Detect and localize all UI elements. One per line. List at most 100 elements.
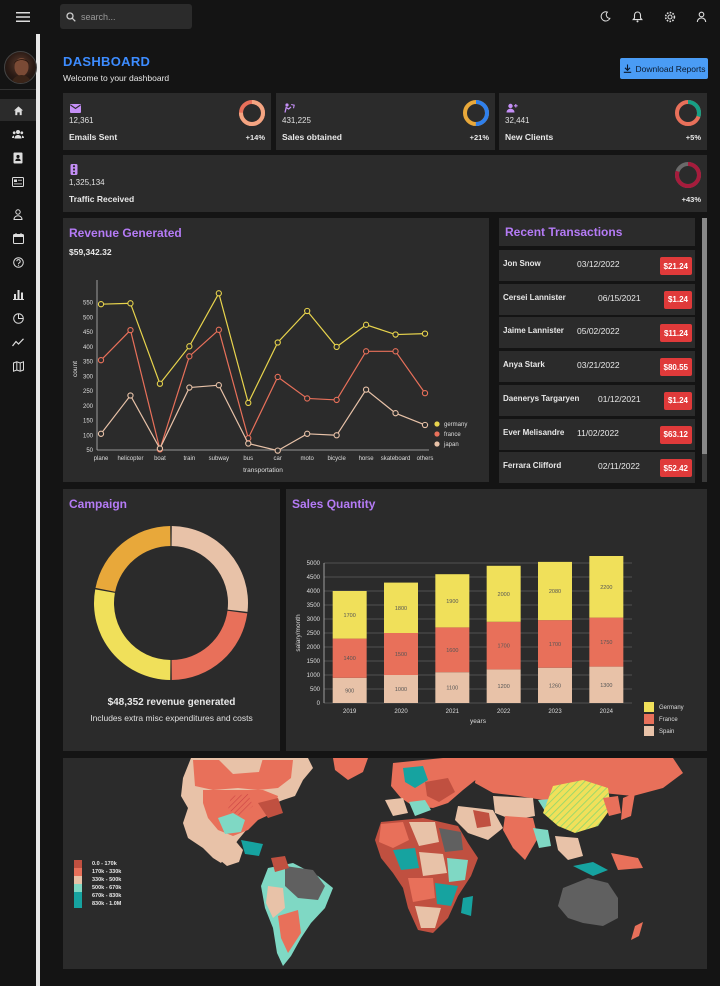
search-bar[interactable] bbox=[60, 4, 192, 29]
transactions-header: Recent Transactions bbox=[499, 218, 695, 246]
data-point bbox=[245, 399, 252, 407]
sidebar-item-line-chart[interactable] bbox=[0, 331, 36, 353]
y-tick-label: 3000 bbox=[307, 617, 321, 623]
transaction-amount-badge[interactable]: $1.24 bbox=[663, 290, 692, 309]
x-tick-label: 2020 bbox=[394, 709, 408, 715]
data-point bbox=[333, 396, 340, 404]
transaction-row[interactable]: Jon Snow 03/12/2022 $21.24 bbox=[499, 250, 695, 281]
transaction-amount-badge[interactable]: $1.24 bbox=[663, 391, 692, 410]
data-point bbox=[392, 331, 399, 338]
download-reports-button[interactable]: Download Reports bbox=[620, 58, 708, 79]
x-tick-label: bicycle bbox=[327, 456, 346, 462]
sidebar-item-invoices[interactable] bbox=[0, 171, 36, 193]
map-region[interactable] bbox=[543, 780, 611, 833]
sidebar-item-profile-form[interactable] bbox=[0, 203, 36, 225]
map-region[interactable] bbox=[493, 796, 535, 820]
map-region[interactable] bbox=[558, 878, 618, 926]
data-point bbox=[245, 440, 252, 447]
map-region[interactable] bbox=[385, 798, 408, 816]
data-point bbox=[362, 386, 370, 393]
transaction-date: 06/15/2021 bbox=[598, 292, 641, 303]
stat-card-clients: 32,441 New Clients +5% bbox=[499, 93, 707, 150]
bar-value-label: 1900 bbox=[446, 599, 458, 605]
stat-label: Traffic Received bbox=[69, 194, 135, 204]
campaign-subtext: Includes extra misc expenditures and cos… bbox=[90, 713, 253, 723]
data-point bbox=[421, 390, 429, 397]
transaction-row[interactable]: Anya Stark 03/21/2022 $80.55 bbox=[499, 351, 695, 383]
y-tick-label: 250 bbox=[83, 389, 94, 395]
transaction-amount-badge[interactable]: $11.24 bbox=[659, 324, 692, 343]
y-tick-label: 0 bbox=[317, 701, 321, 707]
transaction-row[interactable]: Daenerys Targaryen 01/12/2021 $1.24 bbox=[499, 384, 695, 416]
sidebar-item-calendar[interactable] bbox=[0, 227, 36, 249]
legend-label: 330k - 500k bbox=[92, 877, 122, 883]
map-region[interactable] bbox=[461, 896, 473, 916]
x-tick-label: others bbox=[417, 456, 434, 462]
campaign-donut-chart bbox=[93, 526, 248, 680]
legend-label: 170k - 330k bbox=[92, 869, 122, 875]
data-point bbox=[186, 384, 193, 391]
bar-value-label: 1500 bbox=[395, 652, 407, 658]
map-region[interactable] bbox=[333, 758, 368, 780]
transaction-row[interactable]: Cersei Lannister 06/15/2021 $1.24 bbox=[499, 283, 695, 315]
scrollbar-thumb[interactable] bbox=[702, 218, 707, 454]
map-legend-item: 500k - 670k bbox=[74, 884, 121, 892]
sidebar-item-pie-chart[interactable] bbox=[0, 307, 36, 329]
map-region[interactable] bbox=[631, 922, 643, 940]
profile-icon[interactable] bbox=[693, 8, 710, 25]
sidebar-item-team[interactable] bbox=[0, 123, 36, 145]
legend-label: japan bbox=[443, 442, 459, 448]
stat-percent: +14% bbox=[245, 133, 265, 142]
map-region[interactable] bbox=[241, 840, 263, 856]
x-tick-label: bus bbox=[243, 456, 253, 462]
menu-icon[interactable] bbox=[12, 8, 34, 26]
transaction-row[interactable]: Jaime Lannister 05/02/2022 $11.24 bbox=[499, 317, 695, 349]
transaction-row[interactable]: Ferrara Clifford 02/11/2022 $52.42 bbox=[499, 452, 695, 484]
stat-percent: +43% bbox=[681, 195, 701, 204]
notifications-icon[interactable] bbox=[629, 8, 646, 25]
avatar[interactable] bbox=[4, 51, 37, 84]
map-legend-item: 170k - 330k bbox=[74, 868, 121, 876]
map-region[interactable] bbox=[503, 816, 538, 860]
map-legend: 0.0 - 170k 170k - 330k 330k - 500k 500k - 6… bbox=[74, 860, 121, 908]
sidebar-item-dashboard[interactable] bbox=[0, 99, 36, 121]
person-icon bbox=[13, 208, 23, 220]
map-region[interactable] bbox=[211, 836, 243, 866]
pie-chart-icon bbox=[12, 312, 24, 324]
sidebar-item-bar-chart[interactable] bbox=[0, 283, 36, 305]
legend-label: Spain bbox=[659, 729, 674, 735]
map-region[interactable] bbox=[555, 836, 583, 860]
map-region[interactable] bbox=[447, 858, 468, 882]
map-region[interactable] bbox=[621, 793, 635, 820]
settings-icon[interactable] bbox=[661, 8, 678, 25]
dark-mode-icon[interactable] bbox=[597, 8, 614, 25]
y-tick-label: 1500 bbox=[307, 659, 321, 665]
map-region[interactable] bbox=[573, 862, 608, 876]
y-tick-label: 2500 bbox=[307, 631, 321, 637]
invoices-icon bbox=[12, 177, 24, 187]
y-axis-label: salary/month bbox=[295, 614, 302, 652]
world-map bbox=[181, 758, 683, 966]
transaction-amount-badge[interactable]: $21.24 bbox=[659, 257, 692, 275]
stat-value: 1,325,134 bbox=[69, 178, 105, 187]
bar-value-label: 1700 bbox=[344, 613, 356, 619]
transaction-amount-badge[interactable]: $80.55 bbox=[659, 358, 692, 377]
x-tick-label: 2019 bbox=[343, 709, 357, 715]
y-tick-label: 50 bbox=[86, 448, 93, 454]
data-point bbox=[421, 330, 429, 337]
bar-value-label: 2080 bbox=[549, 589, 561, 595]
sidebar-item-faq[interactable] bbox=[0, 251, 36, 273]
data-point bbox=[304, 430, 311, 437]
transaction-date: 01/12/2021 bbox=[598, 393, 641, 404]
map-region[interactable] bbox=[419, 852, 447, 876]
transaction-row[interactable]: Ever Melisandre 11/02/2022 $63.12 bbox=[499, 418, 695, 450]
transactions-scrollbar[interactable] bbox=[702, 218, 707, 482]
sidebar-item-geography[interactable] bbox=[0, 355, 36, 377]
transaction-amount-badge[interactable]: $63.12 bbox=[659, 425, 692, 444]
data-point bbox=[421, 421, 429, 429]
sidebar-item-contacts[interactable] bbox=[0, 147, 36, 169]
map-region[interactable] bbox=[611, 853, 643, 870]
search-input[interactable] bbox=[81, 11, 181, 22]
stat-percent: +21% bbox=[469, 133, 489, 142]
transaction-amount-badge[interactable]: $52.42 bbox=[659, 459, 692, 478]
